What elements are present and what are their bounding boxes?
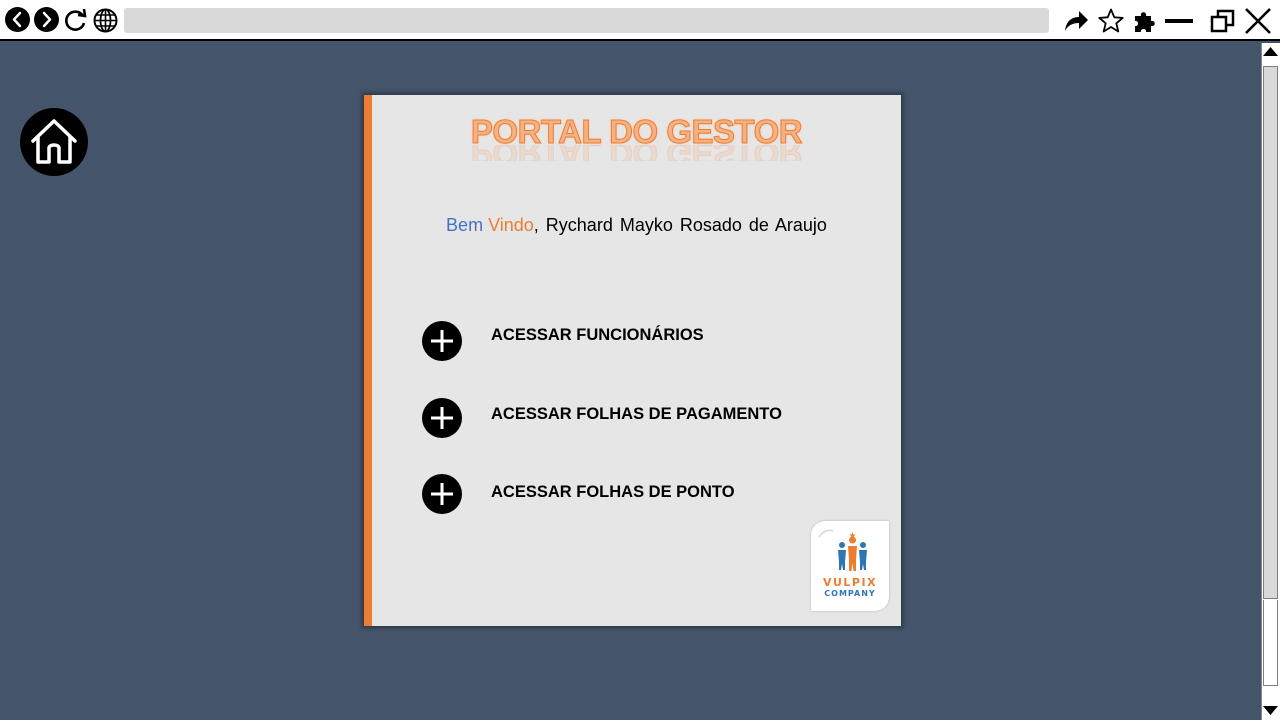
back-icon — [12, 11, 22, 28]
menu-item-label[interactable]: ACESSAR FUNCIONÁRIOS — [491, 326, 704, 345]
restore-icon — [1210, 9, 1235, 33]
scroll-down-icon — [1263, 706, 1278, 715]
people-logo-icon — [818, 529, 867, 571]
home-icon — [31, 119, 77, 164]
manager-portal-card: PORTAL DO GESTOR PORTAL DO GESTOR Bem Vi… — [364, 95, 901, 626]
address-bar[interactable] — [124, 8, 1049, 33]
back-button[interactable] — [5, 7, 30, 32]
star-icon — [1098, 8, 1124, 33]
logo-subtitle: COMPANY — [824, 589, 876, 598]
menu-item-payroll[interactable]: ACESSAR FOLHAS DE PAGAMENTO — [422, 398, 822, 438]
plus-icon — [431, 483, 453, 505]
extensions-button[interactable] — [1131, 7, 1159, 35]
plus-button[interactable] — [422, 321, 462, 361]
scroll-thumb[interactable] — [1263, 66, 1278, 599]
restore-button[interactable] — [1209, 7, 1237, 35]
menu-item-label[interactable]: ACESSAR FOLHAS DE PONTO — [491, 483, 735, 502]
company-logo: VULPIX COMPANY — [811, 521, 889, 611]
scroll-down-button[interactable] — [1261, 702, 1280, 718]
menu-item-label[interactable]: ACESSAR FOLHAS DE PAGAMENTO — [491, 405, 782, 424]
welcome-user-name: , Rychard Mayko Rosado de Araujo — [533, 215, 827, 235]
plus-icon — [431, 330, 453, 352]
plus-button[interactable] — [422, 398, 462, 438]
plus-button[interactable] — [422, 474, 462, 514]
scroll-track[interactable] — [1263, 600, 1278, 686]
menu-item-timesheets[interactable]: ACESSAR FOLHAS DE PONTO — [422, 474, 822, 514]
reload-icon — [65, 8, 87, 31]
logo-name: VULPIX — [822, 576, 878, 589]
bookmark-button[interactable] — [1097, 7, 1125, 35]
plus-icon — [431, 407, 453, 429]
puzzle-icon — [1135, 12, 1155, 32]
scroll-up-button[interactable] — [1261, 44, 1280, 60]
home-button[interactable] — [20, 108, 88, 176]
portal-title-block: PORTAL DO GESTOR PORTAL DO GESTOR — [372, 113, 901, 162]
minimize-button[interactable] — [1164, 7, 1194, 35]
close-button[interactable] — [1243, 6, 1273, 36]
welcome-word-1: Bem — [446, 215, 484, 235]
close-icon — [1245, 8, 1271, 34]
share-button[interactable] — [1062, 7, 1090, 35]
forward-button[interactable] — [34, 7, 59, 32]
globe-icon — [93, 8, 118, 33]
globe-button[interactable] — [92, 7, 119, 34]
welcome-word-2: Vindo — [488, 215, 534, 235]
reload-button[interactable] — [62, 7, 90, 34]
share-icon — [1065, 11, 1088, 31]
forward-icon — [42, 11, 52, 28]
page-title-reflection: PORTAL DO GESTOR — [372, 145, 901, 161]
welcome-message: Bem Vindo, Rychard Mayko Rosado de Arauj… — [372, 215, 901, 236]
scroll-up-icon — [1263, 47, 1278, 56]
minimize-icon — [1165, 19, 1193, 23]
menu-item-employees[interactable]: ACESSAR FUNCIONÁRIOS — [422, 321, 822, 361]
browser-toolbar — [0, 0, 1280, 41]
